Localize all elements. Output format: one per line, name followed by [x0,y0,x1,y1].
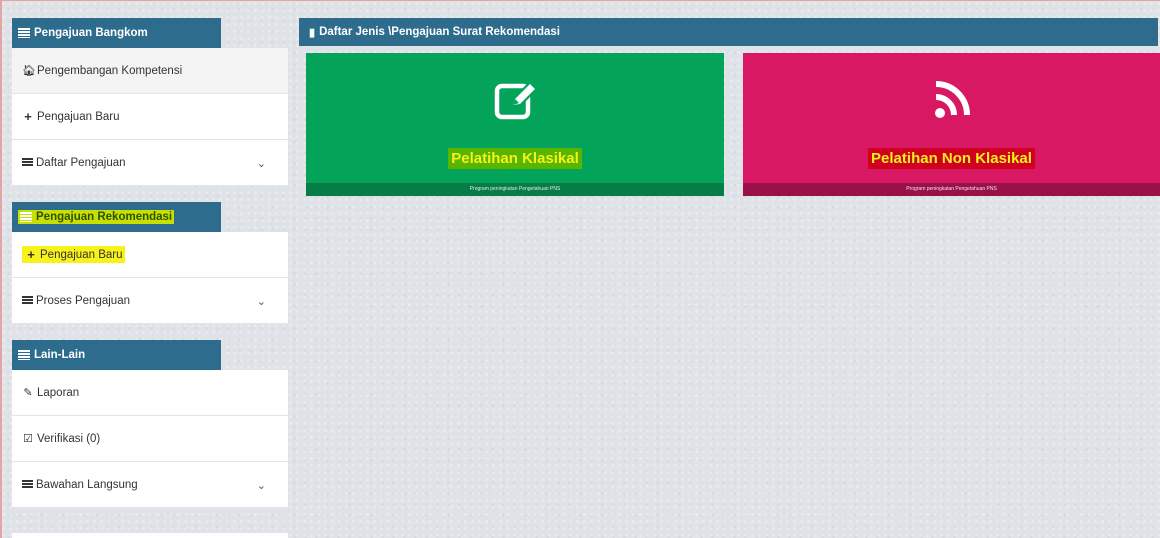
book-icon: ▮ [309,26,316,39]
card-footer: Program peningkatan Pengetahuan PNS [743,183,1160,196]
sidebar: Pengajuan Bangkom 🏠︎ Pengembangan Kompet… [10,18,288,508]
section-header-lain-lain[interactable]: Lain-Lain [12,340,221,370]
list-icon [18,350,30,360]
page-title: Daftar Jenis \Pengajuan Surat Rekomendas… [319,26,561,38]
sidebar-item-pengajuan-baru-rekomendasi[interactable]: + Pengajuan Baru [12,232,288,278]
card-title: Pelatihan Klasikal [448,148,582,169]
main-header: ▮ Daftar Jenis \Pengajuan Surat Rekomend… [299,18,1158,46]
card-pelatihan-non-klasikal[interactable]: Pelatihan Non Klasikal Program peningkat… [743,53,1160,196]
sidebar-item-verifikasi[interactable]: ☑ Verifikasi (0) [12,416,288,462]
chevron-down-icon[interactable]: ⌄ [257,479,266,492]
sidebar-item-laporan[interactable]: ✎ Laporan [12,370,288,416]
sidebar-item-label: Pengembangan Kompetensi [37,64,183,77]
card-title: Pelatihan Non Klasikal [868,148,1035,169]
section-title: Pengajuan Rekomendasi [36,211,173,223]
sidebar-item-label: Laporan [37,386,80,399]
sidebar-footer [12,533,288,538]
section-header-pengajuan-rekomendasi[interactable]: Pengajuan Rekomendasi [12,202,221,232]
sidebar-item-bawahan-langsung[interactable]: Bawahan Langsung ⌄ [12,462,288,508]
edit-icon: ✎ [23,387,33,399]
chevron-down-icon[interactable]: ⌄ [257,157,266,170]
sidebar-item-label: Pengajuan Baru [37,110,120,123]
home-icon: 🏠︎ [22,65,36,77]
sidebar-item-daftar-pengajuan[interactable]: Daftar Pengajuan ⌄ [12,140,288,186]
sidebar-item-label: Daftar Pengajuan [36,156,126,169]
card-pelatihan-klasikal[interactable]: Pelatihan Klasikal Program peningkatan P… [306,53,724,196]
sidebar-item-label: Verifikasi (0) [37,432,101,445]
list-icon [22,158,33,167]
sidebar-item-pengajuan-baru[interactable]: + Pengajuan Baru [12,94,288,140]
sidebar-item-pengembangan-kompetensi[interactable]: 🏠︎ Pengembangan Kompetensi [12,48,288,94]
section-title: Lain-Lain [34,349,86,361]
edit-icon [494,80,538,120]
rss-icon [934,81,970,118]
sidebar-item-label: Proses Pengajuan [36,294,130,307]
section-header-pengajuan-bangkom[interactable]: Pengajuan Bangkom [12,18,221,48]
list-icon [20,212,32,222]
check-icon: ☑ [23,433,33,445]
list-icon [22,480,33,489]
list-icon [18,28,30,38]
chevron-down-icon[interactable]: ⌄ [257,295,266,308]
list-icon [22,296,33,305]
card-footer: Program peningkatan Pengetahuan PNS [306,183,724,196]
plus-icon: + [27,247,35,262]
sidebar-item-label: Bawahan Langsung [36,478,138,491]
section-title: Pengajuan Bangkom [34,27,148,39]
sidebar-item-label: Pengajuan Baru [40,248,123,261]
sidebar-item-proses-pengajuan[interactable]: Proses Pengajuan ⌄ [12,278,288,324]
plus-icon: + [24,109,32,124]
